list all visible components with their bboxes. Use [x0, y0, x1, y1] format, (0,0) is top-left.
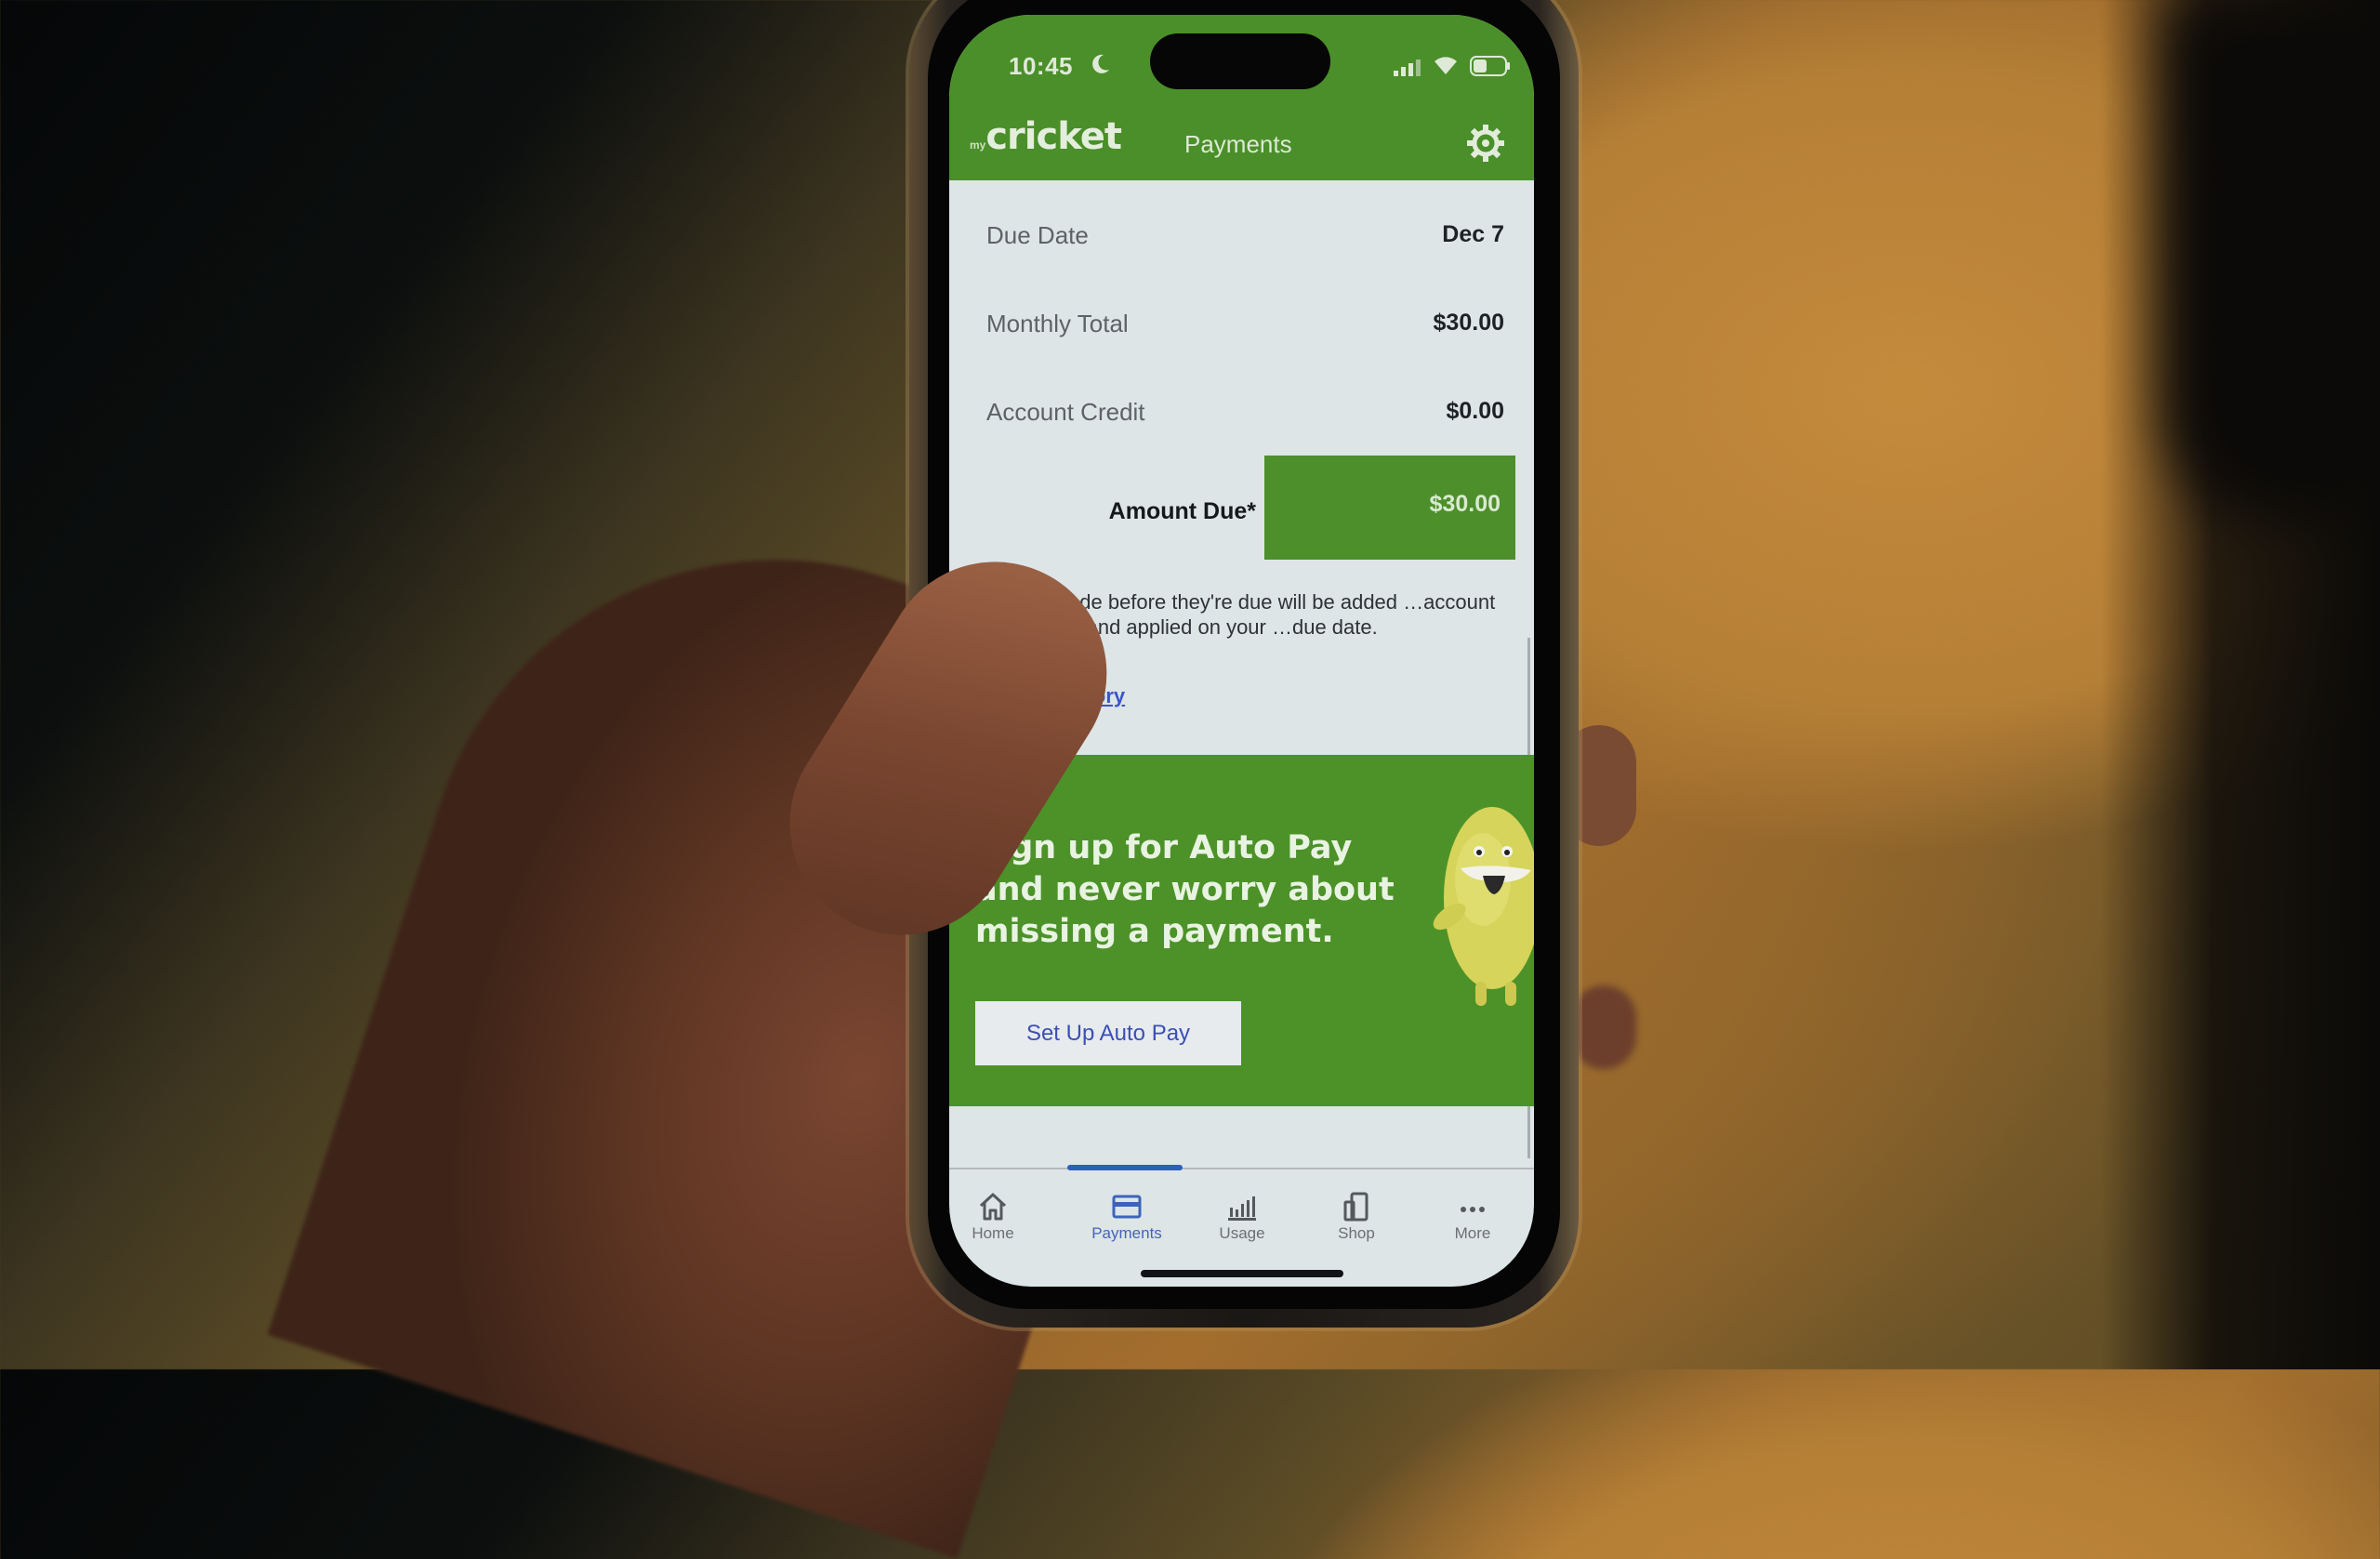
nav-home-label: Home [972, 1224, 1014, 1242]
wifi-icon [1435, 57, 1457, 74]
promo-title: Sign up for Auto Pay and never worry abo… [975, 829, 1395, 950]
nav-home[interactable]: Home [949, 1182, 1044, 1247]
nav-usage[interactable]: Usage [1191, 1182, 1293, 1247]
bar-chart-icon [1228, 1196, 1256, 1221]
finger [1571, 985, 1636, 1069]
nav-payments[interactable]: Payments [1076, 1182, 1178, 1247]
cricket-mascot-image [1433, 807, 1534, 1006]
page-title: Payments [1184, 130, 1292, 158]
moon-icon [1092, 54, 1109, 73]
amount-due-value: $30.00 [1429, 491, 1501, 517]
credit-card-icon [1112, 1195, 1142, 1219]
dynamic-island [1150, 33, 1330, 89]
nav-payments-label: Payments [1091, 1224, 1162, 1242]
app-header: 10:45 mycricket Payments [949, 15, 1534, 180]
logo-prefix: my [970, 138, 986, 152]
home-indicator[interactable] [1141, 1270, 1343, 1277]
amount-due-box: $30.00 [1264, 456, 1515, 560]
active-tab-indicator [1067, 1165, 1183, 1170]
nav-shop[interactable]: Shop [1305, 1182, 1408, 1247]
nav-more[interactable]: More [1421, 1182, 1524, 1247]
battery-icon [1470, 56, 1510, 76]
nav-usage-label: Usage [1219, 1224, 1265, 1242]
due-date-value: Dec 7 [1442, 221, 1504, 247]
gear-icon[interactable] [1465, 123, 1506, 164]
nav-divider [949, 1168, 1534, 1169]
devices-icon [1343, 1192, 1368, 1222]
amount-due-label: Amount Due* [1108, 498, 1256, 524]
background-dark-edge [2101, 0, 2380, 1369]
nav-shop-label: Shop [1338, 1224, 1375, 1242]
home-icon [979, 1193, 1007, 1221]
status-time: 10:45 [1009, 52, 1073, 80]
cellular-signal-icon [1394, 59, 1421, 76]
nav-more-label: More [1454, 1224, 1491, 1242]
account-credit-label: Account Credit [986, 398, 1145, 426]
due-date-label: Due Date [986, 221, 1089, 249]
cricket-logo[interactable]: mycricket [970, 115, 1122, 158]
monthly-total-label: Monthly Total [986, 310, 1129, 337]
account-credit-value: $0.00 [1446, 398, 1504, 424]
monthly-total-value: $30.00 [1433, 310, 1504, 336]
logo-text: cricket [985, 115, 1122, 158]
set-up-auto-pay-button[interactable]: Set Up Auto Pay [975, 1001, 1241, 1065]
ellipsis-icon [1461, 1207, 1485, 1212]
